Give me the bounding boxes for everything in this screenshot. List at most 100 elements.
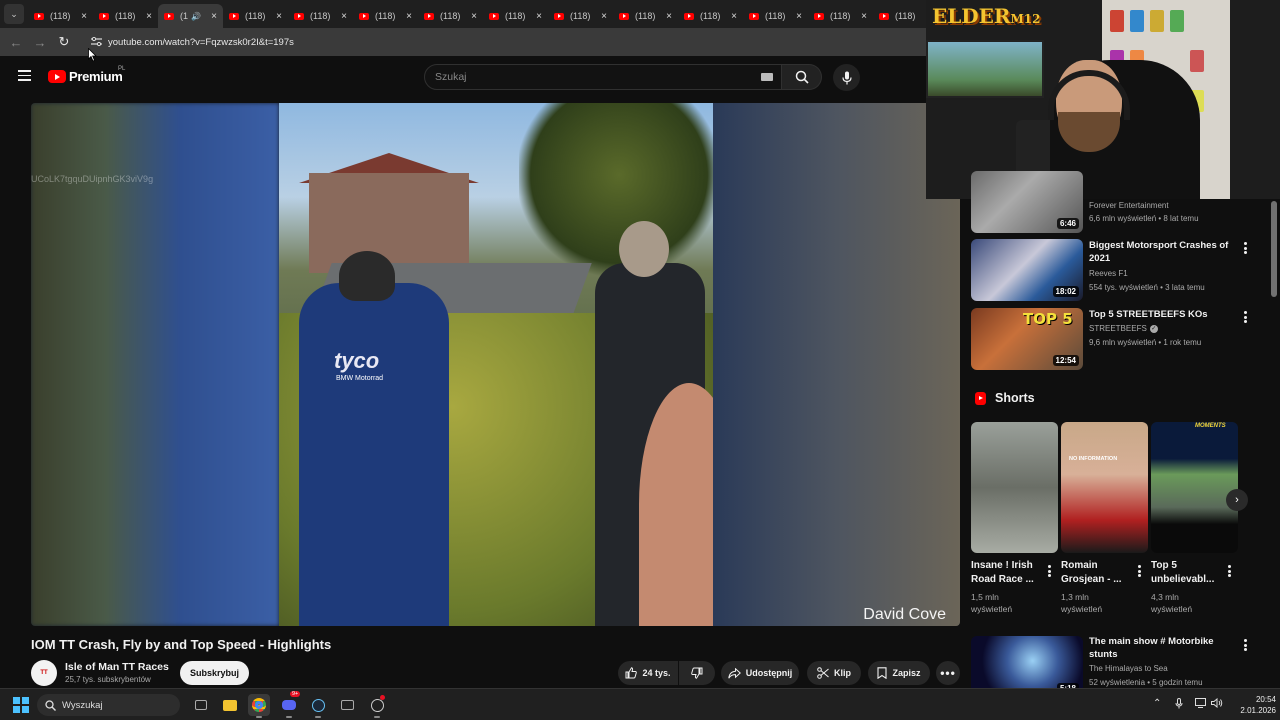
- browser-tab[interactable]: (118) ×: [353, 4, 418, 28]
- video-player[interactable]: tyco BMW Motorrad UCoLK7tgquDUipnhGK3viV…: [31, 103, 960, 626]
- video-thumbnail[interactable]: 6:46: [971, 171, 1083, 233]
- short-thumbnail[interactable]: MOMENTS: [1151, 422, 1238, 553]
- youtube-logo[interactable]: Premium: [48, 69, 123, 84]
- short-item[interactable]: NO INFORMATION Romain Grosjean - ... 1,3…: [1061, 422, 1148, 615]
- close-icon[interactable]: ×: [796, 11, 802, 22]
- voice-search-button[interactable]: [833, 64, 860, 91]
- forward-button[interactable]: →: [28, 30, 52, 54]
- search-button[interactable]: [782, 64, 822, 90]
- more-vertical-icon[interactable]: [1133, 564, 1145, 578]
- short-item[interactable]: Insane ! Irish Road Race ... 1,5 mln wyśw…: [971, 422, 1058, 615]
- obs-icon[interactable]: [366, 694, 388, 718]
- browser-tab[interactable]: (118) ×: [613, 4, 678, 28]
- recommendation-title[interactable]: Top 5 STREETBEEFS KOs: [1089, 308, 1234, 321]
- close-icon[interactable]: ×: [536, 11, 542, 22]
- browser-tab[interactable]: (118) ×: [743, 4, 808, 28]
- close-icon[interactable]: ×: [146, 11, 152, 22]
- menu-icon[interactable]: [18, 70, 31, 84]
- bookmark-icon: [877, 667, 888, 679]
- more-vertical-icon[interactable]: [1043, 564, 1055, 578]
- close-icon[interactable]: ×: [601, 11, 607, 22]
- like-button[interactable]: 24 tys.: [618, 661, 678, 685]
- channel-avatar[interactable]: TT: [31, 660, 57, 686]
- tray-overflow-icon[interactable]: ⌃: [1153, 698, 1161, 709]
- keyboard-icon[interactable]: [761, 73, 773, 81]
- channel-name-text: STREETBEEFS: [1089, 324, 1147, 333]
- browser-tab[interactable]: (118) ×: [223, 4, 288, 28]
- channel-name[interactable]: Isle of Man TT Races: [65, 661, 169, 673]
- close-icon[interactable]: ×: [471, 11, 477, 22]
- taskbar-clock[interactable]: 20:54 2.01.2026: [1226, 694, 1276, 716]
- browser-tab[interactable]: (118) ×: [288, 4, 353, 28]
- search-icon: [795, 70, 809, 84]
- short-thumbnail[interactable]: [971, 422, 1058, 553]
- recommendation-channel[interactable]: STREETBEEFS ✓: [1089, 324, 1158, 333]
- reload-button[interactable]: ↻: [52, 30, 76, 54]
- close-icon[interactable]: ×: [666, 11, 672, 22]
- dislike-button[interactable]: [679, 661, 715, 685]
- browser-tab[interactable]: (118) ×: [678, 4, 743, 28]
- more-vertical-icon[interactable]: [1239, 241, 1251, 255]
- close-icon[interactable]: ×: [341, 11, 347, 22]
- browser-tab[interactable]: (118) ×: [548, 4, 613, 28]
- address-bar[interactable]: youtube.com/watch?v=Fqzwzsk0r2I&t=197s: [82, 31, 902, 53]
- taskbar-search[interactable]: Wyszukaj: [37, 694, 180, 716]
- video-duration: 6:46: [1056, 218, 1079, 229]
- more-vertical-icon[interactable]: [1239, 310, 1251, 324]
- clip-button[interactable]: Klip: [807, 661, 861, 685]
- short-title[interactable]: Insane ! Irish Road Race ...: [971, 559, 1043, 587]
- recommendation-channel[interactable]: The Himalayas to Sea: [1089, 664, 1168, 673]
- file-explorer-icon[interactable]: [219, 694, 241, 716]
- discord-icon[interactable]: 9+: [278, 691, 301, 718]
- search-input[interactable]: Szukaj: [424, 64, 782, 90]
- recommendation-item[interactable]: 18:02 Biggest Motorsport Crashes of 2021…: [971, 239, 1271, 301]
- short-title[interactable]: Top 5 unbelievabl...: [1151, 559, 1223, 587]
- close-icon[interactable]: ×: [211, 11, 217, 22]
- short-thumbnail[interactable]: NO INFORMATION: [1061, 422, 1148, 553]
- more-vertical-icon[interactable]: [1223, 564, 1235, 578]
- volume-icon[interactable]: [1211, 697, 1223, 711]
- short-title[interactable]: Romain Grosjean - ...: [1061, 559, 1133, 587]
- shorts-next-button[interactable]: ›: [1226, 489, 1248, 511]
- tab-search-button[interactable]: ⌄: [4, 4, 24, 24]
- browser-tab[interactable]: (1 🔊 ×: [158, 4, 223, 28]
- recommendation-title[interactable]: Biggest Motorsport Crashes of 2021: [1089, 239, 1234, 265]
- task-view-icon[interactable]: [190, 694, 212, 716]
- close-icon[interactable]: ×: [276, 11, 282, 22]
- more-actions-button[interactable]: •••: [936, 661, 960, 685]
- recommendation-title[interactable]: The main show # Motorbike stunts: [1089, 635, 1234, 661]
- scrollbar-thumb[interactable]: [1271, 201, 1277, 297]
- views-count: 1,3 mln: [1061, 592, 1089, 602]
- short-item[interactable]: MOMENTS Top 5 unbelievabl... 4,3 mln wyśw…: [1151, 422, 1238, 615]
- close-icon[interactable]: ×: [731, 11, 737, 22]
- subscribe-button[interactable]: Subskrybuj: [180, 661, 249, 685]
- xbox-app-icon[interactable]: [336, 694, 358, 716]
- video-thumbnail[interactable]: TOP 5 12:54: [971, 308, 1083, 370]
- more-vertical-icon[interactable]: [1239, 638, 1251, 652]
- browser-tab[interactable]: (118) ×: [28, 4, 93, 28]
- recommendation-item[interactable]: TOP 5 12:54 Top 5 STREETBEEFS KOs STREET…: [971, 308, 1271, 370]
- recommendation-channel[interactable]: Reeves F1: [1089, 269, 1128, 278]
- recommendation-channel[interactable]: Forever Entertainment: [1089, 201, 1169, 210]
- browser-tab[interactable]: (118) ×: [808, 4, 873, 28]
- back-button[interactable]: ←: [4, 30, 28, 54]
- steam-icon[interactable]: [307, 694, 329, 718]
- windows-start-icon[interactable]: [13, 697, 29, 713]
- close-icon[interactable]: ×: [81, 11, 87, 22]
- house: [309, 173, 469, 273]
- close-icon[interactable]: ×: [861, 11, 867, 22]
- chrome-icon[interactable]: [248, 694, 270, 718]
- share-button[interactable]: Udostępnij: [721, 661, 799, 685]
- video-thumbnail[interactable]: 18:02: [971, 239, 1083, 301]
- browser-tab[interactable]: (118) ×: [93, 4, 158, 28]
- browser-tab[interactable]: (118) ×: [483, 4, 548, 28]
- recommendation-item[interactable]: 6:46 Forever Entertainment 6,6 mln wyświ…: [971, 171, 1271, 233]
- browser-tab[interactable]: (118) ×: [418, 4, 483, 28]
- page-scrollbar[interactable]: [1270, 199, 1278, 688]
- network-icon[interactable]: [1195, 698, 1206, 711]
- speaker-icon[interactable]: 🔊: [191, 12, 201, 21]
- microphone-icon[interactable]: [1175, 698, 1183, 712]
- save-button[interactable]: Zapisz: [868, 661, 930, 685]
- close-icon[interactable]: ×: [406, 11, 412, 22]
- tab-label: (118): [765, 11, 786, 21]
